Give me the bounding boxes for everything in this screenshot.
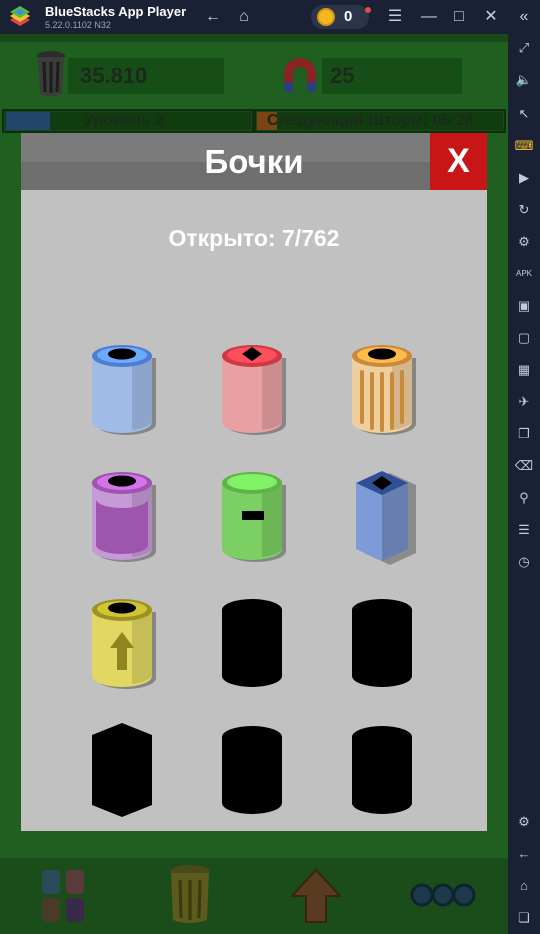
close-button[interactable]: X (430, 133, 487, 190)
bluestacks-logo-icon (10, 6, 30, 26)
emulator-titlebar: BlueStacks App Player 5.22.0.1102 N32 ← … (0, 0, 540, 34)
multi-instance-icon[interactable]: ❐ (512, 422, 536, 446)
notification-dot (365, 7, 371, 13)
app-title: BlueStacks App Player (45, 4, 187, 19)
level-label: Уровень 2 (84, 112, 165, 129)
location-icon[interactable]: ⚲ (512, 486, 536, 510)
close-window-icon[interactable]: ✕ (480, 6, 502, 28)
purple-barrel-icon[interactable] (88, 465, 158, 569)
yellow-arrow-barrel-icon[interactable] (88, 592, 158, 696)
fullscreen-icon[interactable]: ⤢ (512, 36, 536, 60)
storm-label: Следующий Шторм: 05:28 (267, 112, 474, 129)
eraser-icon[interactable]: ⌫ (512, 454, 536, 478)
menu-icon[interactable]: ☰ (384, 6, 406, 28)
android-back-icon[interactable]: ← (512, 842, 536, 866)
top-strip (0, 34, 508, 42)
keyboard-icon[interactable]: ⌨ (512, 134, 536, 158)
upgrade-arrow-icon[interactable] (290, 868, 342, 924)
trash-value: 35.810 (80, 63, 148, 88)
app-version: 5.22.0.1102 N32 (45, 20, 111, 30)
home-icon[interactable]: ⌂ (233, 6, 255, 28)
screenshot-icon[interactable]: ▣ (512, 294, 536, 318)
minimize-icon[interactable]: — (418, 6, 440, 28)
trash-can-icon (37, 51, 65, 96)
modal-header: Бочки X (21, 133, 487, 190)
volume-icon[interactable]: 🔈 (512, 68, 536, 92)
modal-title: Бочки (204, 143, 304, 180)
striped-barrel-icon[interactable] (348, 338, 418, 442)
yellow-bin-icon[interactable] (168, 864, 212, 926)
locked-barrel-icon[interactable] (348, 719, 418, 823)
locked-barrel-icon[interactable] (218, 719, 288, 823)
magnet-icon (284, 58, 316, 92)
apk-icon[interactable]: APK (512, 262, 536, 286)
coin-count: 0 (344, 8, 353, 25)
locked-hex-barrel-icon[interactable] (88, 719, 158, 823)
blue-box-bin-icon[interactable] (348, 465, 418, 569)
crown-coin-icon (317, 8, 335, 26)
barrels-collection-icon[interactable] (40, 866, 88, 924)
level-bar: Уровень 2 Следующий Шторм: 05:28 (2, 109, 506, 133)
emulator-sidebar: ⤢ 🔈 ↖ ⌨ ▶ ↻ ⚙ APK ▣ ▢ ▦ ✈ ❐ ⌫ ⚲ ☰ ◷ ⚙ ← … (508, 34, 540, 934)
gallery-icon[interactable]: ▦ (512, 358, 536, 382)
collapse-sidebar-icon[interactable]: « (513, 6, 535, 28)
macro-icon[interactable]: ⚙ (512, 230, 536, 254)
resize-icon[interactable]: ▢ (512, 326, 536, 350)
game-screen: 35.810 25 Уровень 2 Следующий Шторм: 05:… (0, 34, 508, 934)
coin-counter[interactable]: 0 (311, 5, 371, 29)
layers-icon[interactable]: ☰ (512, 518, 536, 542)
pink-barrel-icon[interactable] (218, 338, 288, 442)
record-icon[interactable]: ▶ (512, 166, 536, 190)
magnet-value: 25 (330, 63, 355, 88)
settings-icon[interactable]: ⚙ (512, 810, 536, 834)
speed-icon[interactable]: ◷ (512, 550, 536, 574)
android-home-icon[interactable]: ⌂ (512, 874, 536, 898)
barrels-modal: Бочки X Открыто: 7/762 (21, 133, 487, 831)
android-recents-icon[interactable]: ❏ (512, 906, 536, 930)
green-barrel-icon[interactable] (218, 465, 288, 569)
level-progress-fill (6, 112, 50, 130)
opened-count: Открыто: 7/762 (168, 225, 340, 251)
rotate-icon[interactable]: ↻ (512, 198, 536, 222)
bottom-bar (0, 858, 508, 934)
locked-barrel-icon[interactable] (218, 592, 288, 696)
blue-barrel-icon[interactable] (88, 338, 158, 442)
pointer-icon[interactable]: ↖ (512, 102, 536, 126)
more-options-icon[interactable] (410, 882, 476, 908)
airplane-icon[interactable]: ✈ (512, 390, 536, 414)
maximize-icon[interactable]: □ (448, 6, 470, 28)
back-arrow-icon[interactable]: ← (202, 6, 224, 28)
locked-barrel-icon[interactable] (348, 592, 418, 696)
